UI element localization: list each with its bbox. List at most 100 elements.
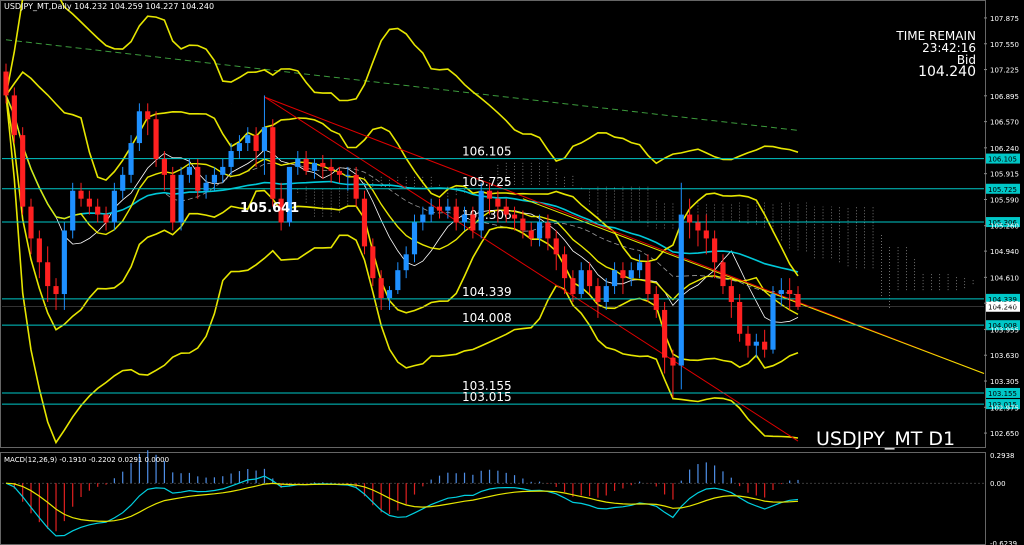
candle-body — [787, 290, 793, 295]
candle-body — [528, 230, 534, 239]
candle-body — [386, 290, 393, 299]
candle-body — [153, 119, 159, 159]
symbol-info: USDJPY_MT,Daily 104.232 104.259 104.227 … — [4, 2, 215, 11]
y-tick-label: 105.915 — [990, 171, 1019, 179]
candle-body — [53, 286, 59, 295]
bid-value: 104.240 — [918, 64, 976, 80]
candle-body — [128, 143, 134, 175]
candle-body — [70, 190, 76, 231]
candle-body — [270, 127, 276, 199]
candle-body — [637, 262, 643, 271]
candle-body — [662, 309, 668, 358]
candle-body — [603, 286, 609, 302]
candle-body — [687, 214, 693, 223]
candle-body — [420, 214, 426, 223]
candle-body — [11, 95, 17, 136]
candle-body — [453, 206, 459, 223]
candle-body — [78, 190, 84, 199]
candle-body — [778, 290, 784, 295]
level-tag: 105.725 — [988, 186, 1017, 194]
macd-info: MACD(12,26,9) -0.1910 -0.2202 0.0291 0.0… — [4, 456, 170, 464]
candle-body — [186, 166, 192, 175]
candle-body — [311, 162, 318, 171]
y-tick-label: 103.955 — [990, 326, 1019, 334]
candle-body — [478, 190, 484, 231]
candle-body — [203, 182, 209, 191]
candle-body — [678, 214, 684, 366]
y-tick-label: 102.975 — [990, 404, 1019, 412]
candle-body — [220, 166, 226, 175]
candle-body — [103, 214, 109, 223]
candle-body — [720, 262, 726, 287]
candle-body — [645, 262, 651, 295]
candle-body — [595, 286, 601, 302]
candle-body — [703, 230, 709, 239]
candle-body — [620, 270, 626, 279]
level-tag: 106.105 — [988, 156, 1017, 164]
y-tick-label: 102.650 — [990, 430, 1019, 438]
candle-body — [3, 71, 9, 96]
candle-body — [170, 174, 176, 223]
candle-body — [445, 206, 451, 211]
candle-body — [712, 238, 718, 263]
candle-body — [536, 222, 543, 239]
candle-body — [161, 158, 167, 175]
candle-body — [28, 206, 34, 239]
candle-body — [261, 127, 268, 152]
candle-body — [145, 111, 151, 120]
candle-body — [411, 222, 418, 255]
candle-body — [36, 238, 42, 263]
candle-body — [111, 190, 117, 223]
candle-body — [586, 270, 593, 287]
candle-body — [320, 162, 326, 167]
macd-tick-label: 0.00 — [990, 480, 1006, 488]
y-tick-label: 103.305 — [990, 378, 1019, 386]
y-tick-label: 106.570 — [990, 119, 1019, 127]
candle-body — [670, 357, 676, 366]
price-annotation: 105.641 — [240, 201, 300, 216]
candle-body — [545, 222, 551, 239]
candle-body — [328, 166, 334, 171]
y-tick-label: 103.630 — [990, 352, 1019, 360]
candle-body — [561, 254, 568, 279]
candle-body — [795, 294, 801, 307]
candle-body — [211, 174, 218, 183]
y-tick-label: 105.260 — [990, 223, 1019, 231]
candle-body — [553, 238, 559, 255]
candle-body — [612, 270, 618, 287]
level-label: 105.725 — [462, 175, 512, 189]
candle-body — [253, 135, 259, 152]
level-label: 104.339 — [462, 285, 512, 299]
candle-body — [520, 218, 526, 231]
candle-body — [653, 294, 659, 310]
y-tick-label: 105.590 — [990, 196, 1019, 204]
candle-body — [295, 158, 301, 167]
macd-tick-label: 0.2938 — [990, 452, 1015, 460]
candle-body — [762, 341, 768, 350]
candle-body — [495, 198, 501, 207]
symbol-label: USDJPY_MT D1 — [816, 428, 956, 450]
candle-body — [178, 174, 184, 223]
candle-body — [61, 230, 67, 295]
candle-body — [770, 294, 776, 350]
level-label: 106.105 — [462, 145, 512, 159]
candle-body — [245, 135, 251, 144]
candle-body — [195, 166, 201, 191]
candle-body — [395, 270, 401, 291]
candle-body — [370, 246, 376, 279]
candle-body — [628, 270, 634, 279]
candle-body — [228, 151, 234, 167]
candle-body — [120, 174, 126, 191]
candle-body — [345, 174, 351, 176]
level-tag: 103.155 — [988, 390, 1017, 398]
candle-body — [737, 301, 743, 334]
y-tick-label: 104.610 — [990, 274, 1019, 282]
candle-body — [436, 206, 443, 211]
candle-body — [361, 198, 368, 247]
y-tick-label: 104.940 — [990, 248, 1019, 256]
candle-body — [86, 198, 92, 207]
macd-tick-label: -0.6239 — [990, 540, 1017, 545]
candle-body — [336, 170, 343, 175]
candle-body — [695, 222, 701, 231]
level-label: 104.008 — [462, 311, 512, 325]
